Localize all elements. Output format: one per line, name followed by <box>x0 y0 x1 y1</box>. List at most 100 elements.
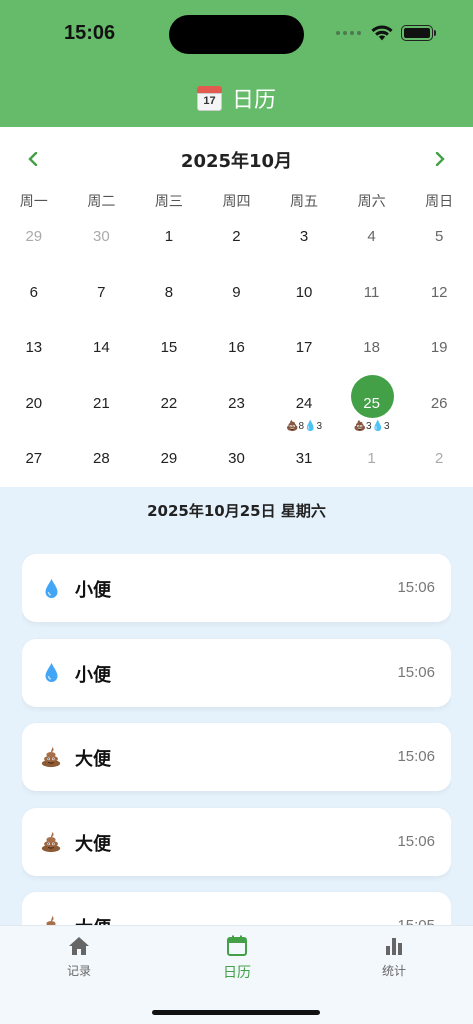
calendar-week-row: 20 21 22 23 24 💩8💧3 25 💩3💧3 26 <box>0 374 473 433</box>
tab-label: 统计 <box>381 964 406 978</box>
calendar-day[interactable]: 8 <box>135 266 203 322</box>
calendar-day[interactable]: 27 <box>0 432 68 488</box>
calendar-day[interactable]: 1 <box>135 210 203 266</box>
record-time: 15:06 <box>397 579 435 596</box>
calendar-day[interactable]: 19 <box>405 321 473 377</box>
tab-calendar[interactable]: 日历 <box>187 934 287 982</box>
calendar-day[interactable]: 13 <box>0 321 68 377</box>
day-number: 14 <box>93 339 110 357</box>
calendar-day[interactable]: 31 <box>270 432 338 488</box>
day-number: 18 <box>363 339 380 357</box>
day-number: 16 <box>228 339 245 357</box>
selected-date-label: 2025年10月25日 星期六 <box>147 502 326 520</box>
calendar-day[interactable]: 2 <box>203 210 271 266</box>
calendar-day[interactable]: 6 <box>0 266 68 322</box>
day-number: 23 <box>228 394 245 412</box>
calendar-week-row: 29 30 1 2 3 4 5 <box>0 210 473 266</box>
calendar-icon-number: 17 <box>203 94 216 107</box>
calendar-panel: 2025年10月 周一 周二 周三 周四 周五 周六 周日 29 30 1 2 3 4 5 6… <box>0 127 473 487</box>
record-card[interactable]: 小便 15:06 <box>22 638 451 707</box>
day-number: 31 <box>295 450 313 468</box>
tab-label: 记录 <box>66 964 91 978</box>
day-number: 24 <box>295 394 313 412</box>
calendar-day[interactable]: 20 <box>0 377 68 433</box>
calendar-day[interactable]: 15 <box>135 321 203 377</box>
dynamic-island <box>169 15 304 54</box>
calendar-day[interactable]: 7 <box>68 266 136 322</box>
status-time: 15:06 <box>64 22 116 44</box>
day-number: 1 <box>367 450 376 468</box>
calendar-day[interactable]: 28 <box>68 432 136 488</box>
calendar-day[interactable]: 4 <box>338 210 406 266</box>
calendar-day[interactable]: 11 <box>338 266 406 322</box>
day-number: 29 <box>25 228 43 245</box>
record-label: 大便 <box>75 833 111 855</box>
day-number: 15 <box>160 339 178 357</box>
calendar-day[interactable]: 2 <box>405 432 473 488</box>
day-number: 5 <box>434 228 444 245</box>
tab-record[interactable]: 记录 <box>29 934 129 979</box>
calendar-day[interactable]: 22 <box>135 377 203 433</box>
tab-statistics[interactable]: 统计 <box>344 934 444 979</box>
record-label: 大便 <box>75 749 111 770</box>
bar-chart-icon <box>386 938 402 955</box>
record-card[interactable]: 大便 15:06 <box>22 807 451 876</box>
day-number: 12 <box>430 283 448 301</box>
calendar-day[interactable]: 26 <box>405 377 473 433</box>
calendar-day[interactable]: 3 <box>270 210 338 266</box>
calendar-day[interactable]: 18 <box>338 321 406 377</box>
weekday-label: 周一 <box>19 194 48 210</box>
home-indicator <box>152 1010 320 1015</box>
calendar-day[interactable]: 17 <box>270 321 338 377</box>
day-number: 17 <box>295 339 313 357</box>
day-number: 25 <box>363 394 380 412</box>
app-header: 15:06 17 日历 <box>0 0 473 127</box>
record-card[interactable]: 小便 15:06 <box>22 554 451 622</box>
calendar-day[interactable]: 29 <box>135 432 203 488</box>
calendar-day[interactable]: 5 <box>405 210 473 266</box>
calendar-day[interactable]: 14 <box>68 321 136 377</box>
calendar-icon <box>227 935 247 956</box>
calendar-day[interactable]: 21 <box>68 377 136 433</box>
record-label: 大便 <box>75 914 111 925</box>
month-title: 2025年10月 <box>180 151 293 172</box>
status-icons <box>336 24 436 42</box>
calendar-day[interactable]: 23 <box>203 377 271 433</box>
weekday-label: 周六 <box>357 194 386 210</box>
day-number: 9 <box>232 283 241 301</box>
calendar-day-selected[interactable]: 25 💩3💧3 <box>338 374 406 433</box>
poop-icon <box>40 829 62 855</box>
page-title: 日历 <box>231 88 276 113</box>
calendar-day[interactable]: 29 <box>0 210 68 266</box>
calendar-day[interactable]: 16 <box>203 321 271 377</box>
day-number: 1 <box>164 228 174 245</box>
calendar-day[interactable]: 30 <box>68 210 136 266</box>
record-card[interactable]: 大便 15:06 <box>22 723 451 791</box>
day-number: 30 <box>228 450 245 468</box>
day-number: 6 <box>29 283 38 301</box>
day-number: 13 <box>25 339 43 357</box>
calendar-day[interactable]: 1 <box>338 432 406 488</box>
calendar-day[interactable]: 30 <box>203 432 271 488</box>
chevron-right-icon <box>435 152 445 166</box>
month-row: 2025年10月 <box>0 145 473 173</box>
home-icon <box>69 937 89 955</box>
poop-icon <box>40 744 62 770</box>
day-number: 11 <box>363 283 380 301</box>
day-number: 4 <box>367 228 376 245</box>
next-month-button[interactable] <box>428 147 452 171</box>
calendar-day[interactable]: 24 💩8💧3 <box>270 377 338 433</box>
weekday-label: 周四 <box>222 194 251 210</box>
record-time: 15:06 <box>397 663 435 681</box>
calendar-day[interactable]: 9 <box>203 266 271 322</box>
record-card[interactable]: 大便 15:05 <box>22 892 451 925</box>
signal-icon <box>336 31 361 35</box>
day-number: 27 <box>25 450 43 468</box>
weekday-header: 周一 周二 周三 周四 周五 周六 周日 <box>0 191 473 211</box>
header-title-group: 17 日历 <box>0 82 473 114</box>
calendar-day[interactable]: 12 <box>405 266 473 322</box>
day-number: 28 <box>93 450 110 468</box>
poop-icon <box>40 913 62 925</box>
calendar-day[interactable]: 10 <box>270 266 338 322</box>
tab-label: 日历 <box>223 965 251 981</box>
